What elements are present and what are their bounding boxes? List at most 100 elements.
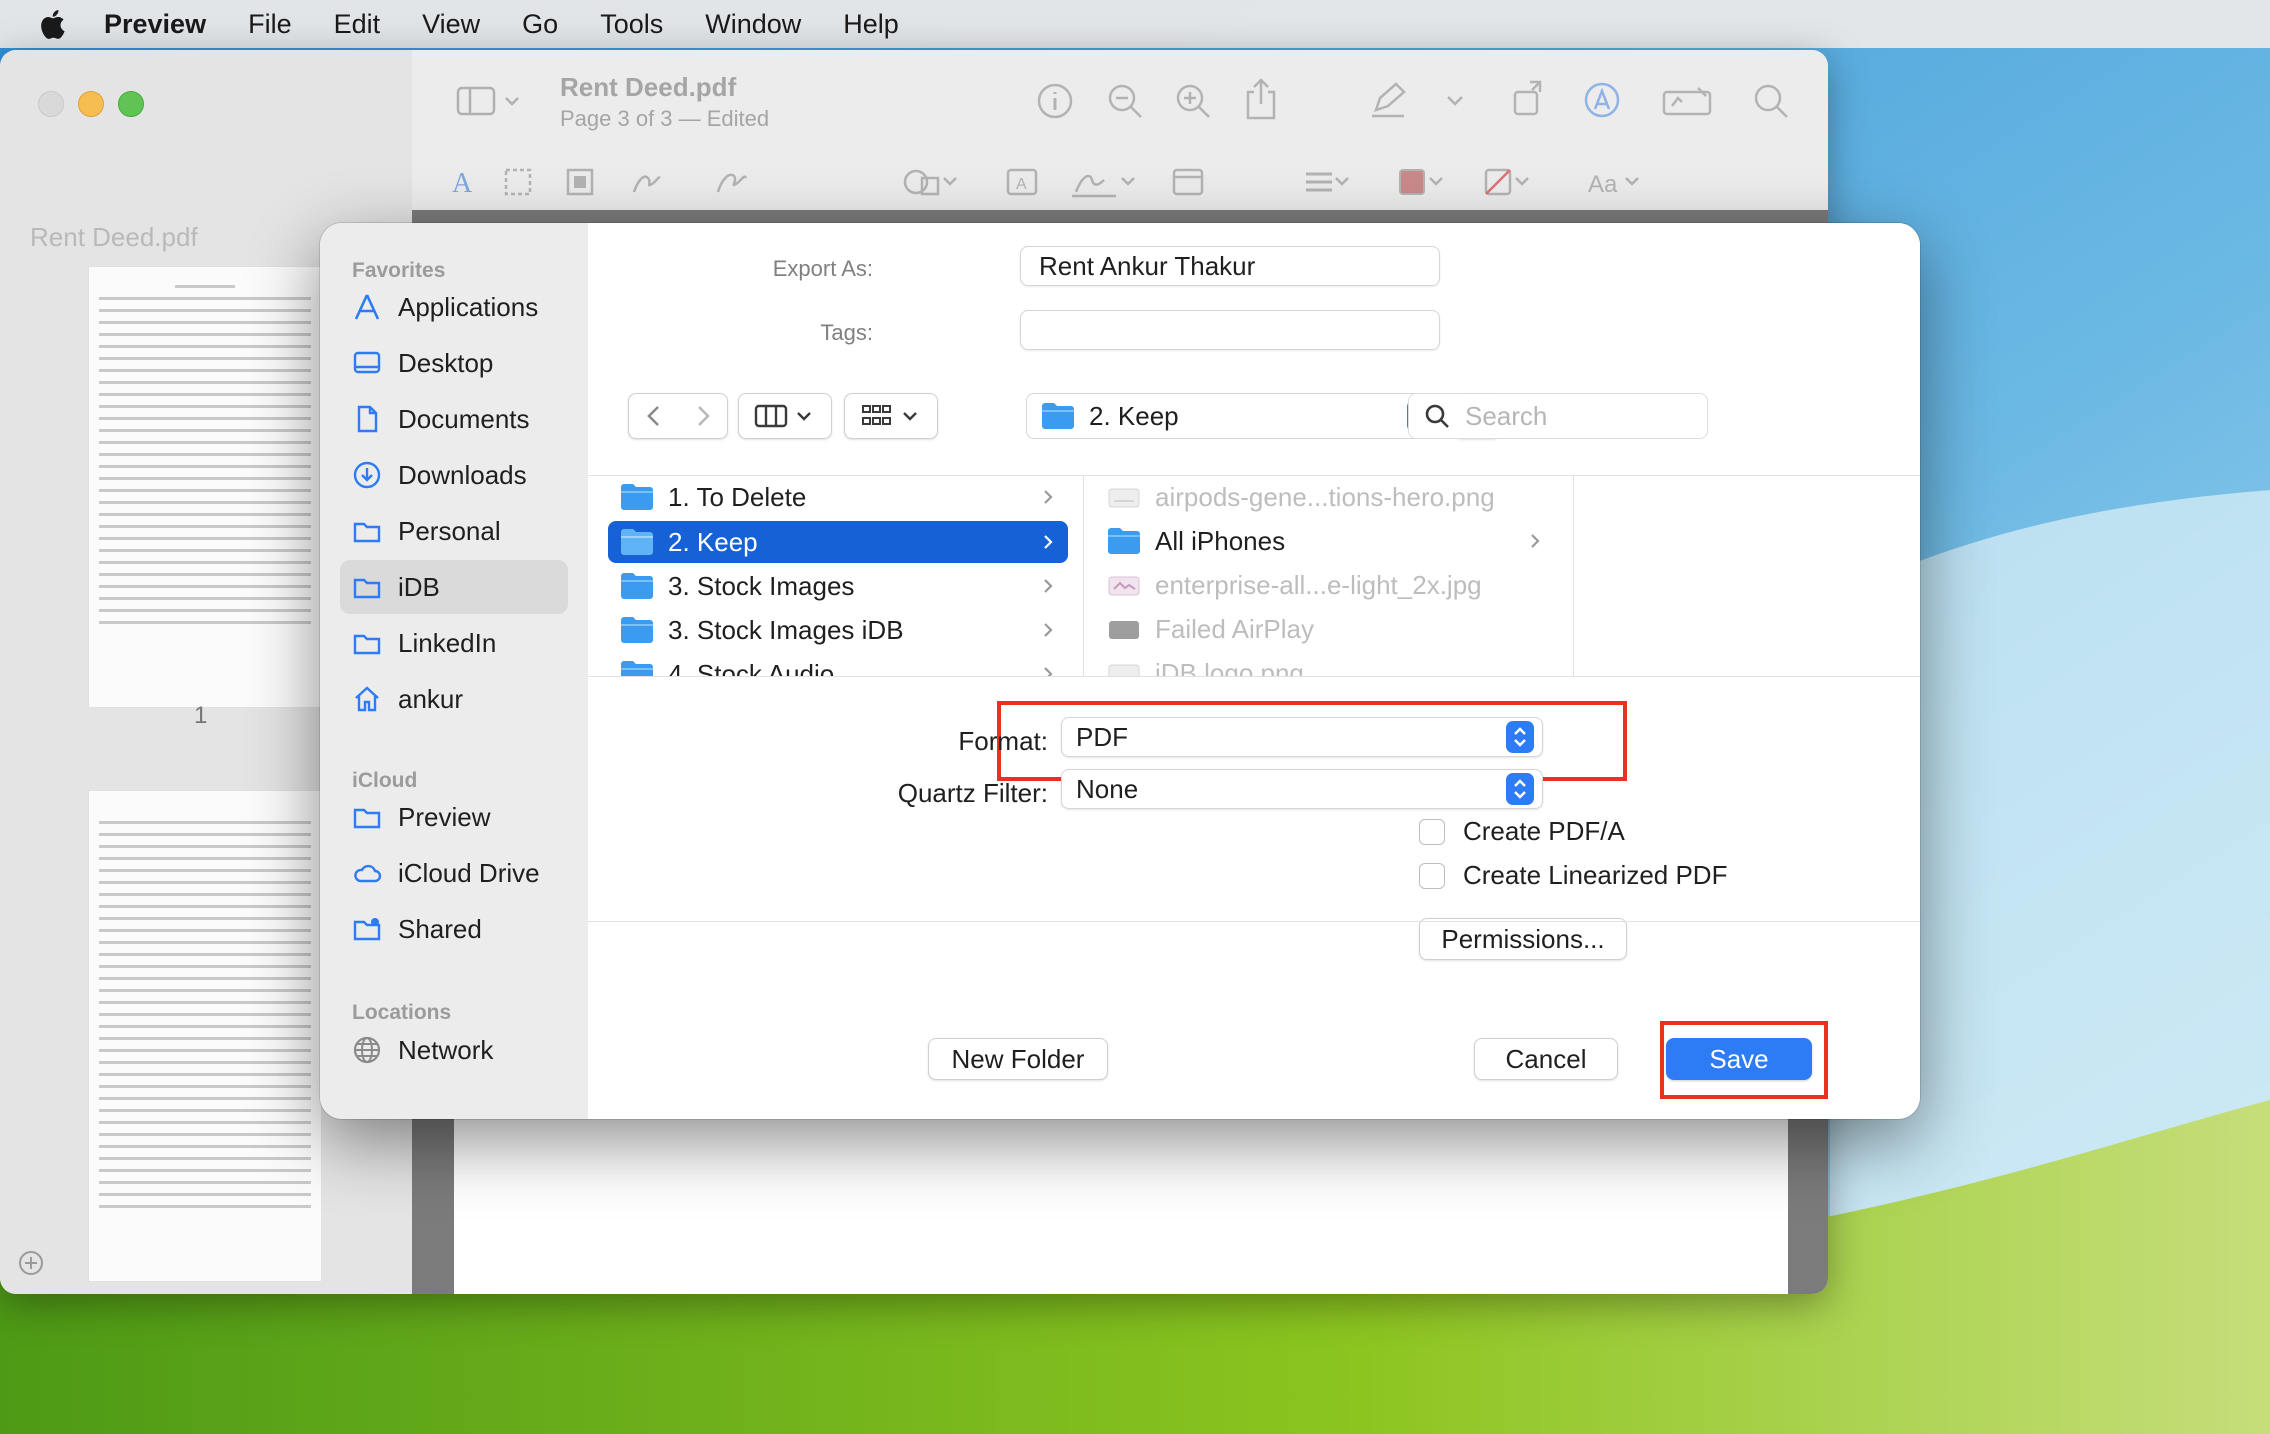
downloads-icon [353,461,381,489]
quartz-filter-popup[interactable]: None [1061,769,1543,809]
chevron-down-icon[interactable] [1446,94,1464,108]
markup-toolbar-icon[interactable] [1582,80,1622,120]
markup-pen-icon[interactable] [1368,80,1408,120]
create-linearized-checkbox[interactable] [1419,862,1445,889]
page-thumbnail-1[interactable] [88,266,322,708]
cancel-button[interactable]: Cancel [1474,1038,1618,1080]
apple-menu-icon[interactable] [36,7,66,41]
search-icon[interactable] [1752,82,1790,120]
add-page-icon[interactable] [18,1250,44,1276]
applications-icon [354,294,380,320]
dialog-sidebar: Favorites Applications Desktop Documents… [320,223,589,1119]
share-icon[interactable] [1244,78,1278,120]
folder-row[interactable]: 4. Stock Audio [608,653,1068,676]
sidebar-item-label: LinkedIn [398,627,497,658]
forward-arrow-icon[interactable] [694,404,712,428]
format-label: Format: [958,726,1048,756]
menu-go[interactable]: Go [522,9,558,40]
tags-field[interactable] [1020,310,1440,350]
info-icon[interactable] [1036,82,1074,120]
browser-column-2: airpods-gene...tions-hero.png All iPhone… [1083,476,1574,676]
sidebar-item-idb[interactable]: iDB [340,560,568,614]
folder-icon [1108,528,1140,554]
form-filling-icon[interactable] [1662,84,1712,118]
minimize-window-button[interactable] [78,91,104,117]
new-folder-button[interactable]: New Folder [928,1038,1108,1080]
folder-icon [621,661,653,676]
sidebar-item-icloud-preview[interactable]: Preview [340,790,568,844]
sidebar-item-icloud-drive[interactable]: iCloud Drive [340,846,568,900]
sidebar-item-downloads[interactable]: Downloads [340,448,568,502]
image-file-icon [1108,576,1140,596]
group-by-button[interactable] [844,393,938,439]
create-pdfa-option[interactable]: Create PDF/A [1419,816,1625,847]
folder-row-selected[interactable]: 2. Keep [608,521,1068,563]
sidebar-toggle-icon[interactable] [456,84,526,118]
sidebar-item-ankur[interactable]: ankur [340,672,568,726]
up-down-chevron-icon [1514,727,1526,747]
chevron-right-icon [1044,623,1053,637]
folder-row[interactable]: All iPhones [1095,520,1555,562]
sidebar-item-documents[interactable]: Documents [340,392,568,446]
zoom-window-button[interactable] [118,91,144,117]
menu-window[interactable]: Window [705,9,801,40]
format-stepper[interactable] [1506,721,1534,753]
format-tools-row[interactable]: Aa [1160,164,1780,200]
sidebar-item-desktop[interactable]: Desktop [340,336,568,390]
create-linearized-option[interactable]: Create Linearized PDF [1419,860,1727,891]
folder-icon [621,529,653,555]
sidebar-item-personal[interactable]: Personal [340,504,568,558]
back-arrow-icon[interactable] [645,404,663,428]
menu-bar: Preview File Edit View Go Tools Window H… [0,0,2270,48]
up-down-chevron-icon [1514,779,1526,799]
menu-file[interactable]: File [248,9,292,40]
create-pdfa-checkbox[interactable] [1419,818,1445,845]
dialog-main: Export As: Rent Ankur Thakur Tags: 2. Ke… [588,223,1920,1119]
sidebar-item-label: Documents [398,403,530,434]
view-columns-button[interactable] [738,393,832,439]
browser-column-1: 1. To Delete 2. Keep 3. Stock Images 3. … [588,476,1084,676]
menu-view[interactable]: View [422,9,480,40]
image-file-icon [1109,621,1139,639]
search-input[interactable]: Search [1408,393,1708,439]
menu-tools[interactable]: Tools [600,9,663,40]
sidebar-item-label: Personal [398,515,501,546]
format-options: Format: PDF Quartz Filter: None Create P… [588,676,1920,921]
folder-row[interactable]: 3. Stock Images iDB [608,609,1068,651]
quartz-filter-stepper[interactable] [1506,773,1534,805]
sidebar-item-network[interactable]: Network [340,1023,568,1077]
sidebar-document-title: Rent Deed.pdf [30,222,198,252]
folder-icon [621,484,653,510]
format-value: PDF [1076,721,1128,752]
file-name: iDB logo.png [1155,657,1304,677]
sidebar-item-shared[interactable]: Shared [340,902,568,956]
folder-row[interactable]: 1. To Delete [608,476,1068,518]
chevron-right-icon [1044,535,1053,549]
home-icon [355,686,379,712]
cloud-icon [354,864,382,883]
export-as-label: Export As: [772,256,873,281]
export-as-field[interactable]: Rent Ankur Thakur [1020,246,1440,286]
file-name: airpods-gene...tions-hero.png [1155,481,1495,512]
folder-icon [353,808,381,829]
file-row-disabled: iDB logo.png [1095,652,1555,677]
menu-edit[interactable]: Edit [334,9,381,40]
menu-help[interactable]: Help [843,9,899,40]
document-subtitle: Page 3 of 3 — Edited [560,106,770,131]
zoom-out-icon[interactable] [1106,82,1144,120]
menu-preview[interactable]: Preview [104,9,206,40]
sidebar-item-applications[interactable]: Applications [340,280,568,334]
rotate-icon[interactable] [1512,78,1550,118]
sidebar-item-linkedin[interactable]: LinkedIn [340,616,568,670]
markup-tools-row[interactable]: A A [450,164,1150,200]
chevron-right-icon [1044,579,1053,593]
sidebar-item-label: iDB [398,571,440,602]
sidebar-item-label: Preview [398,801,491,832]
location-popup[interactable]: 2. Keep [1026,393,1444,439]
format-popup[interactable]: PDF [1061,717,1543,757]
close-window-button[interactable] [38,91,64,117]
folder-row[interactable]: 3. Stock Images [608,565,1068,607]
page-thumbnail-2[interactable] [88,790,322,1282]
zoom-in-icon[interactable] [1174,82,1212,120]
save-highlight-box [1660,1021,1828,1099]
